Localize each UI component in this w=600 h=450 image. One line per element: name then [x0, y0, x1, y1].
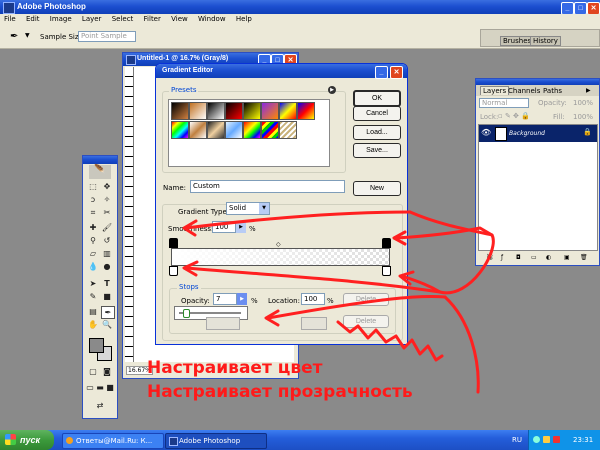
annotation-squiggle: [336, 320, 444, 362]
start-label: пуск: [20, 435, 41, 445]
arrow-to-opacity-field: [266, 294, 447, 320]
arrow-to-left-color-stop: [184, 266, 442, 294]
foreground-color-swatch[interactable]: [89, 338, 104, 353]
arrow-connector-top: [408, 210, 495, 295]
task2-label: Adobe Photoshop: [179, 437, 241, 445]
language-indicator[interactable]: RU: [512, 436, 522, 444]
arrow-to-left-opacity-stop: [184, 210, 412, 230]
annotation-text-color: Настраивает цвет: [147, 358, 323, 378]
clock: 23:31: [573, 436, 594, 444]
taskbar-item-photoshop[interactable]: Adobe Photoshop: [165, 433, 267, 449]
task1-label: Ответы@Mail.Ru: К...: [76, 437, 153, 445]
taskbar-item-browser[interactable]: Ответы@Mail.Ru: К...: [62, 433, 164, 449]
tray-icon[interactable]: [553, 436, 560, 443]
system-tray: 23:31: [528, 430, 600, 450]
start-button[interactable]: пуск: [0, 430, 54, 450]
taskbar: пуск Ответы@Mail.Ru: К... Adobe Photosho…: [0, 430, 600, 450]
photoshop-taskbar-icon: [169, 437, 178, 446]
windows-logo-icon: [5, 434, 16, 445]
tray-icon[interactable]: [543, 436, 550, 443]
browser-icon: [66, 437, 73, 444]
annotation-text-transparency: Настраивает прозрачность: [147, 382, 413, 402]
tray-icon[interactable]: [533, 436, 540, 443]
arrow-connector-bottom: [443, 295, 480, 394]
